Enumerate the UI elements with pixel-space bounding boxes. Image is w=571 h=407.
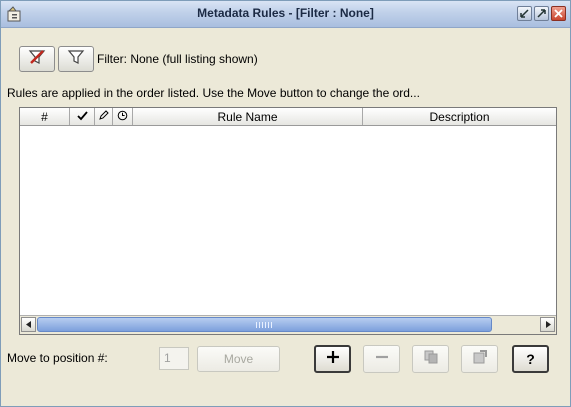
column-rule-name[interactable]: Rule Name bbox=[133, 108, 363, 125]
help-button[interactable]: ? bbox=[512, 345, 549, 373]
checkmark-icon bbox=[76, 110, 88, 124]
grip-icon bbox=[256, 322, 274, 328]
scrollbar-thumb[interactable] bbox=[37, 317, 492, 332]
plus-icon bbox=[325, 349, 341, 369]
table-header: # Rule Name Description bbox=[20, 108, 556, 126]
horizontal-scrollbar[interactable] bbox=[20, 315, 556, 334]
maximize-icon[interactable] bbox=[534, 6, 549, 21]
metadata-rules-window: Metadata Rules - [Filter : None] Filter:… bbox=[0, 0, 571, 407]
copy-icon bbox=[423, 349, 439, 369]
move-to-position-label: Move to position #: bbox=[7, 351, 108, 365]
clear-filter-icon bbox=[28, 48, 46, 70]
remove-rule-button[interactable] bbox=[363, 345, 400, 373]
help-icon: ? bbox=[526, 351, 535, 367]
column-schedule[interactable] bbox=[113, 108, 133, 125]
pencil-icon bbox=[98, 109, 109, 124]
copy-rule-button[interactable] bbox=[412, 345, 449, 373]
title-bar[interactable]: Metadata Rules - [Filter : None] bbox=[1, 1, 570, 28]
scroll-right-icon[interactable] bbox=[540, 317, 555, 332]
filter-status: Filter: None (full listing shown) bbox=[97, 52, 258, 66]
window-title: Metadata Rules - [Filter : None] bbox=[197, 6, 374, 20]
minus-icon bbox=[374, 349, 390, 369]
table-body[interactable] bbox=[20, 126, 556, 314]
column-description[interactable]: Description bbox=[363, 108, 556, 125]
clock-icon bbox=[117, 110, 128, 124]
filter-icon bbox=[67, 48, 85, 70]
add-rule-button[interactable] bbox=[314, 345, 351, 373]
rule-properties-button[interactable] bbox=[461, 345, 498, 373]
rules-table: # Rule Name Description bbox=[19, 107, 557, 335]
position-input[interactable]: 1 bbox=[159, 347, 189, 370]
rules-panel: Filter: None (full listing shown) Rules … bbox=[1, 28, 570, 406]
scroll-left-icon[interactable] bbox=[21, 317, 36, 332]
clear-filter-button[interactable] bbox=[19, 46, 55, 72]
restore-icon[interactable] bbox=[517, 6, 532, 21]
properties-icon bbox=[472, 349, 488, 369]
column-enabled[interactable] bbox=[70, 108, 95, 125]
column-edit[interactable] bbox=[95, 108, 113, 125]
filter-button[interactable] bbox=[58, 46, 94, 72]
column-number[interactable]: # bbox=[20, 108, 70, 125]
rules-order-info: Rules are applied in the order listed. U… bbox=[7, 86, 420, 100]
close-icon[interactable] bbox=[551, 6, 566, 21]
move-button[interactable]: Move bbox=[197, 346, 280, 372]
